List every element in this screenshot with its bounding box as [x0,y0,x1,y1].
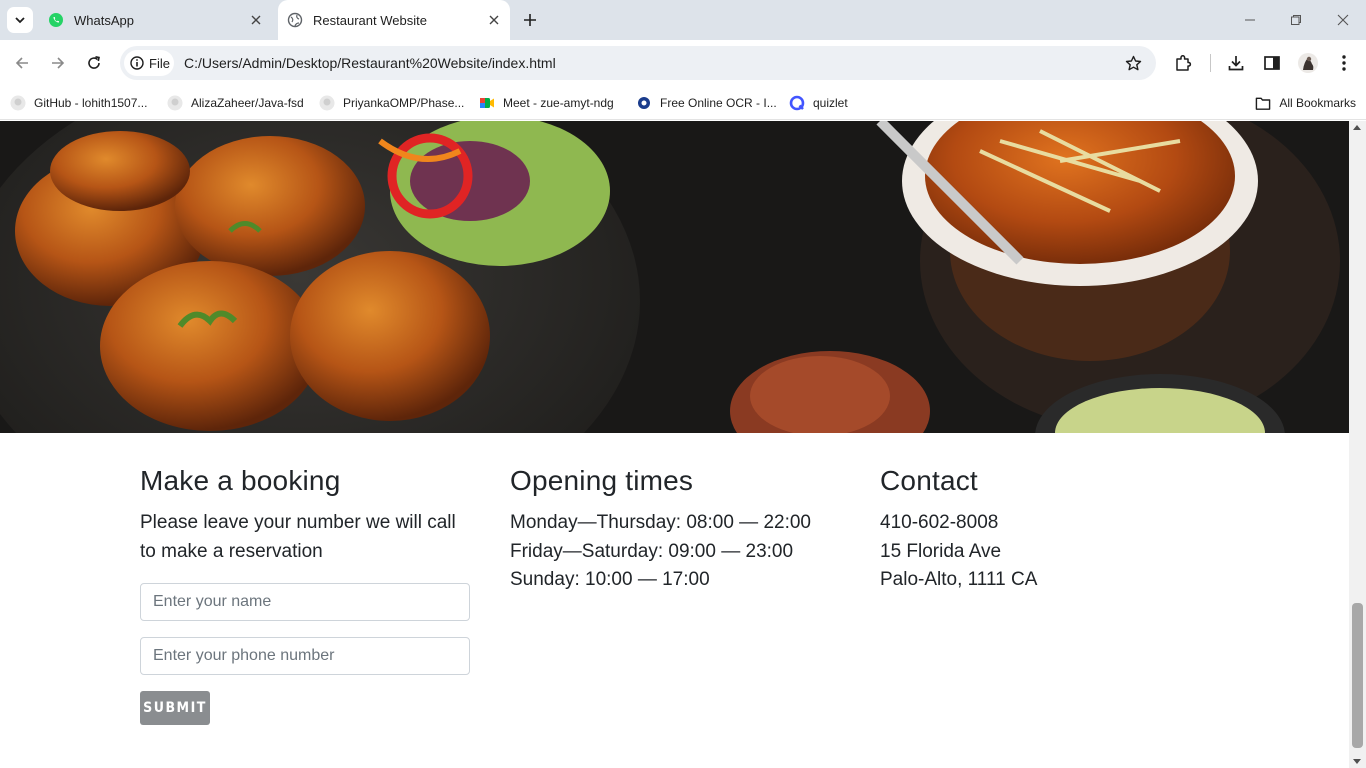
extensions-icon[interactable] [1172,52,1194,74]
restore-icon [1291,15,1301,25]
bookmark-google-meet[interactable]: Meet - zue-amyt-ndg [479,92,614,114]
opening-times-title: Opening times [510,465,694,496]
booking-section: Make a booking Please leave your number … [140,465,470,725]
hours-line: Friday—Saturday: 09:00 — 23:00 [510,540,794,562]
scroll-down-arrow-icon[interactable] [1353,759,1361,764]
name-input[interactable] [140,583,470,621]
chevron-down-icon [15,17,25,24]
contact-street: 15 Florida Ave [880,540,1002,562]
reload-icon [88,56,100,69]
close-window-button[interactable] [1333,10,1353,30]
phone-input[interactable] [140,637,470,675]
all-bookmarks-label: All Bookmarks [1279,96,1356,110]
arrow-left-icon [15,57,28,69]
hours-line: Sunday: 10:00 — 17:00 [510,569,710,590]
close-icon[interactable] [248,12,264,28]
browser-toolbar: File C:/Users/Admin/Desktop/Restaurant%2… [0,40,1366,86]
bookmarks-bar: GitHub - lohith1507... AlizaZaheer/Java-… [0,86,1366,120]
page-scrollbar[interactable] [1349,121,1366,768]
bookmark-alizazaheer[interactable]: AlizaZaheer/Java-fsd [167,92,304,114]
address-bar[interactable]: File C:/Users/Admin/Desktop/Restaurant%2… [120,46,1156,80]
back-button[interactable] [10,51,34,75]
side-panel-icon[interactable] [1261,52,1283,74]
contact-city: Palo-Alto, 1111 CA [880,569,1038,590]
tab-whatsapp[interactable]: WhatsApp [40,0,272,40]
contact-title: Contact [880,465,978,496]
download-icon[interactable] [1225,52,1247,74]
bookmark-free-online-ocr[interactable]: Free Online OCR - I... [636,92,777,114]
close-icon [1337,14,1349,26]
contact-phone: 410-602-8008 [880,512,999,533]
bookmark-label: Free Online OCR - I... [660,96,777,110]
plus-icon [524,14,536,26]
site-info-chip[interactable]: File [124,50,174,76]
bookmark-label: Meet - zue-amyt-ndg [503,96,614,110]
ocr-icon [636,95,652,111]
restore-button[interactable] [1286,10,1306,30]
opening-times-list: Monday—Thursday: 08:00 — 22:00 Friday—Sa… [510,509,850,595]
forward-button[interactable] [46,51,70,75]
profile-avatar[interactable] [1297,52,1319,74]
toolbar-separator [1210,54,1211,72]
bookmark-priyankaomp[interactable]: PriyankaOMP/Phase... [319,92,464,114]
tab-search-button[interactable] [7,7,33,33]
reload-button[interactable] [82,51,106,75]
star-icon[interactable] [1124,54,1142,72]
bookmark-label: AlizaZaheer/Java-fsd [191,96,304,110]
bookmark-label: quizlet [813,96,848,110]
site-chip-label: File [149,55,170,71]
page-viewport: Make a booking Please leave your number … [0,121,1349,768]
quizlet-icon [789,95,805,111]
contact-list: 410-602-8008 15 Florida Ave Palo-Alto, 1… [880,509,1180,595]
contact-section: Contact 410-602-8008 15 Florida Ave Palo… [880,465,1180,595]
info-icon [130,56,144,70]
close-icon[interactable] [486,12,502,28]
tab-strip: WhatsApp Restaurant Website [0,0,1366,40]
github-icon [319,95,335,111]
tab-restaurant-website[interactable]: Restaurant Website [278,0,510,40]
arrow-right-icon [52,57,65,69]
booking-title: Make a booking [140,465,341,496]
scroll-up-arrow-icon[interactable] [1353,125,1361,130]
hours-line: Monday—Thursday: 08:00 — 22:00 [510,512,812,533]
hero-food-image [0,121,1349,433]
menu-dots-icon[interactable] [1333,52,1355,74]
github-icon [10,95,26,111]
globe-icon [287,12,303,28]
bookmark-github-lohith[interactable]: GitHub - lohith1507... [10,92,147,114]
bookmark-quizlet[interactable]: quizlet [789,92,848,114]
minimize-button[interactable] [1240,10,1260,30]
tab-title: Restaurant Website [313,12,427,28]
all-bookmarks-button[interactable]: All Bookmarks [1255,92,1356,114]
tab-title: WhatsApp [74,12,134,28]
submit-button[interactable]: SUBMIT [140,691,210,725]
whatsapp-icon [48,12,64,28]
github-icon [167,95,183,111]
url-text[interactable]: C:/Users/Admin/Desktop/Restaurant%20Webs… [184,55,556,71]
folder-icon [1255,95,1271,111]
opening-times-section: Opening times Monday—Thursday: 08:00 — 2… [510,465,850,595]
booking-description: Please leave your number we will call to… [140,512,456,562]
new-tab-button[interactable] [520,10,540,30]
bookmark-label: PriyankaOMP/Phase... [343,96,465,110]
minimize-icon [1245,19,1255,21]
bookmark-label: GitHub - lohith1507... [34,96,148,110]
scrollbar-thumb[interactable] [1352,603,1363,748]
google-meet-icon [479,95,495,111]
